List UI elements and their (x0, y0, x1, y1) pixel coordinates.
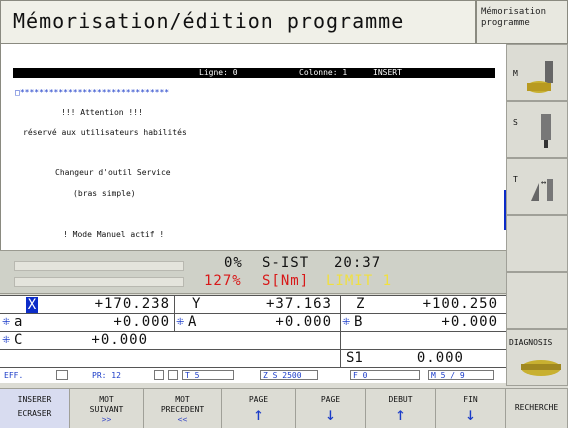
effective-values-row: EFF. PR: 12 T 5 Z S 2500 F 0 M 5 / 9 (0, 367, 506, 383)
softkey-bar: INSERER ECRASER MOT SUIVANT >> MOT PRECE… (0, 388, 568, 428)
program-editor[interactable]: Fichier: Service1.hlp Ligne: 0 Colonne: … (0, 44, 506, 250)
axis-value-B: +0.000 (441, 314, 498, 330)
divider (174, 296, 175, 332)
eff-box (168, 370, 178, 380)
header-bar: Mémorisation/édition programme (0, 0, 476, 44)
program-line[interactable]: □******************************* (15, 88, 169, 97)
spindle-label: S1 (346, 350, 363, 366)
previous-word-softkey[interactable]: MOT PRECEDENT << (144, 388, 222, 428)
arrow-down-icon: ↓ (465, 404, 476, 425)
pr-label: PR: 12 (92, 371, 121, 380)
spindle-icon (541, 114, 551, 148)
spindle-bar (14, 277, 184, 287)
vertical-softkey-diagnosis[interactable]: DIAGNOSIS (506, 329, 568, 386)
search-softkey[interactable]: RECHERCHE (506, 388, 568, 428)
feed-bar (14, 261, 184, 271)
spindle-value: 0.000 (416, 350, 464, 366)
position-row: ⁜ C +0.000 (0, 332, 506, 350)
axis-value-A: +0.000 (275, 314, 332, 330)
feed-box: F 0 (350, 370, 420, 380)
axis-label-C: C (14, 332, 23, 348)
plus-marker: ⁜ (2, 317, 11, 328)
plus-marker: ⁜ (176, 317, 185, 328)
file-label: Fichier: Service1.hlp (32, 78, 134, 87)
axis-label-y: Y (192, 296, 201, 312)
next-word-softkey[interactable]: MOT SUIVANT >> (70, 388, 144, 428)
diagnosis-icon (521, 360, 561, 376)
vertical-softkey-empty[interactable] (506, 272, 568, 329)
page-down-softkey[interactable]: PAGE ↓ (296, 388, 366, 428)
spindle-speed-box: Z S 2500 (260, 370, 318, 380)
axis-label-x: X (26, 297, 38, 313)
tool-box: T 5 (182, 370, 234, 380)
limit-text: LIMIT 1 (326, 273, 393, 289)
divider (340, 296, 341, 368)
vertical-softkeys: M S T ↔ DIAGNOSIS (506, 44, 568, 388)
vertical-softkey-empty[interactable] (506, 215, 568, 272)
vertical-softkey-m[interactable]: M (506, 44, 568, 101)
time-text: 20:37 (334, 255, 382, 271)
program-line[interactable]: (bras simple) (73, 189, 136, 198)
torque-percent: 127% (204, 273, 242, 289)
vertical-softkey-t[interactable]: T ↔ (506, 158, 568, 215)
position-row: S1 0.000 (0, 350, 506, 368)
eff-box (56, 370, 68, 380)
eff-label: EFF. (4, 371, 24, 380)
machine-icon (527, 61, 553, 93)
tool-icon: ↔ (531, 178, 553, 201)
program-line[interactable]: ! Mode Manuel actif ! (63, 230, 164, 239)
start-softkey[interactable]: DEBUT ↑ (366, 388, 436, 428)
axis-value-z: +100.250 (422, 296, 498, 312)
eff-box (154, 370, 164, 380)
axis-value-a: +0.000 (113, 314, 170, 330)
m-function-box: M 5 / 9 (428, 370, 494, 380)
arrow-up-icon: ↑ (395, 404, 406, 425)
axis-label-a: a (14, 314, 23, 330)
svg-text:↔: ↔ (541, 178, 547, 188)
line-label: Ligne: 0 (199, 68, 238, 77)
program-line[interactable]: réservé aux utilisateurs habilités (23, 128, 187, 137)
column-label: Colonne: 1 (299, 68, 348, 77)
axis-label-A: A (188, 314, 197, 330)
program-line[interactable]: !!! Attention !!! (61, 108, 143, 117)
page-title: Mémorisation/édition programme (13, 9, 405, 33)
axis-label-B: B (354, 314, 363, 330)
insert-overwrite-softkey[interactable]: INSERER ECRASER (0, 388, 70, 428)
program-line[interactable]: Changeur d'outil Service (55, 168, 171, 177)
position-row: X +170.238 Y +37.163 Z +100.250 (0, 296, 506, 314)
insert-label: INSERT (373, 68, 402, 77)
page-up-softkey[interactable]: PAGE ↑ (222, 388, 296, 428)
file-info-bar: Fichier: Service1.hlp Ligne: 0 Colonne: … (13, 68, 495, 87)
axis-value-y: +37.163 (265, 296, 332, 312)
arrow-up-icon: ↑ (253, 404, 264, 425)
position-row: ⁜ a +0.000 ⁜ A +0.000 ⁜ B +0.000 (0, 314, 506, 332)
arrow-down-icon: ↓ (325, 404, 336, 425)
axis-value-x: +170.238 (94, 296, 170, 312)
feed-percent: 0% (224, 255, 243, 271)
plus-marker: ⁜ (342, 317, 351, 328)
status-panel: 0% S-IST 20:37 127% S[Nm] LIMIT 1 (0, 250, 506, 294)
end-softkey[interactable]: FIN ↓ (436, 388, 506, 428)
axis-value-C: +0.000 (91, 332, 148, 348)
position-display: X +170.238 Y +37.163 Z +100.250 ⁜ a +0.0… (0, 295, 506, 368)
vertical-softkey-s[interactable]: S (506, 101, 568, 158)
plus-marker: ⁜ (2, 335, 11, 346)
mode-indicator: Mémorisation programme (476, 0, 568, 44)
torque-unit: S[Nm] (262, 273, 310, 289)
axis-label-z: Z (356, 296, 365, 312)
mode-text: S-IST (262, 255, 310, 271)
